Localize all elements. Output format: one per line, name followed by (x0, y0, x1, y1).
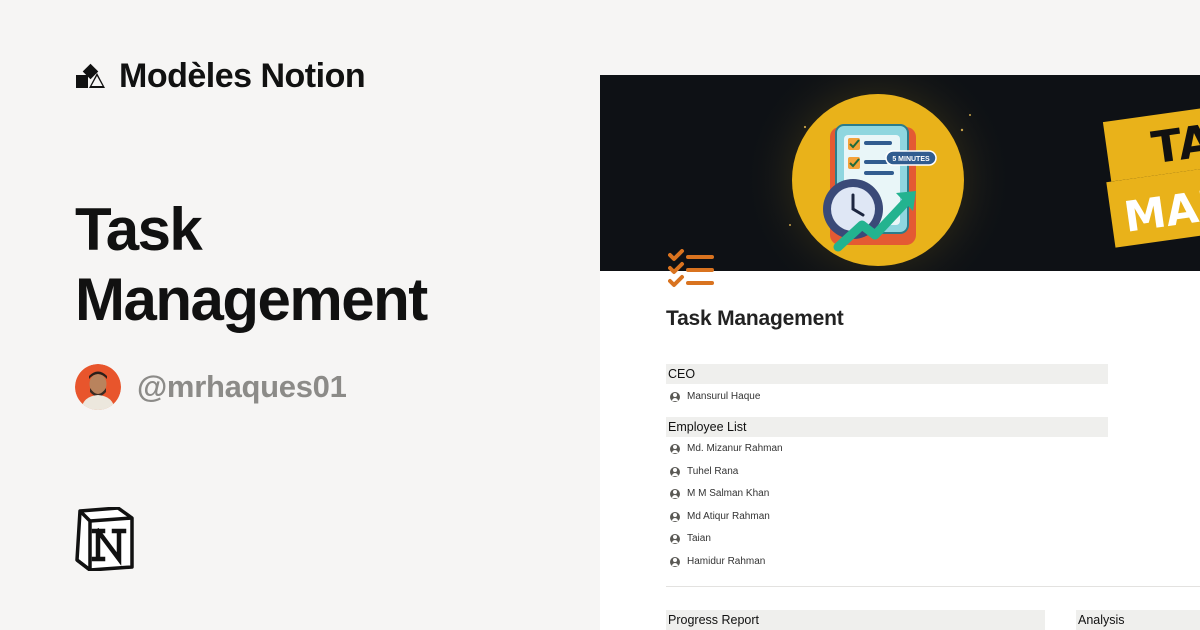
person-icon (670, 533, 680, 544)
page-title: Task Management (75, 195, 555, 335)
employee-name: Md Atiqur Rahman (687, 511, 770, 522)
employee-row[interactable]: M M Salman Khan (670, 488, 769, 499)
employee-row[interactable]: Hamidur Rahman (670, 556, 765, 567)
ceo-row[interactable]: Mansurul Haque (670, 391, 760, 402)
brand-name: Modèles Notion (119, 57, 366, 95)
employee-row[interactable]: Tuhel Rana (670, 466, 738, 477)
person-icon (670, 391, 680, 402)
title-line-1: Task (75, 196, 203, 263)
employee-row[interactable]: Taian (670, 533, 711, 544)
person-icon (670, 556, 680, 567)
title-line-2: Management (75, 266, 428, 333)
divider (666, 586, 1200, 587)
author-handle: @mrhaques01 (137, 369, 347, 404)
cover-badge: 5 MINUTES (892, 156, 930, 163)
person-icon (670, 466, 680, 477)
person-icon (670, 511, 680, 522)
author[interactable]: @mrhaques01 (75, 364, 347, 410)
checklist-icon (668, 249, 714, 287)
analysis-header: Analysis (1076, 610, 1200, 630)
person-icon (670, 488, 680, 499)
employee-list-header: Employee List (666, 417, 1108, 437)
notion-logo-icon (75, 507, 134, 571)
ceo-header: CEO (666, 364, 1108, 384)
progress-report-header: Progress Report (666, 610, 1045, 630)
employee-row[interactable]: Md. Mizanur Rahman (670, 443, 783, 454)
avatar (75, 364, 121, 410)
brand: Modèles Notion (75, 57, 366, 96)
person-icon (670, 443, 680, 454)
notion-page-preview: 5 MINUTES TA MANA Task Management CEO Ma… (600, 75, 1200, 630)
employee-name: Md. Mizanur Rahman (687, 443, 783, 454)
employee-name: Hamidur Rahman (687, 556, 766, 567)
notion-page-title: Task Management (666, 307, 844, 330)
employee-name: Tuhel Rana (687, 466, 739, 477)
ceo-name: Mansurul Haque (687, 391, 761, 402)
employee-name: M M Salman Khan (687, 488, 770, 499)
shapes-logo-icon (76, 63, 105, 88)
cover-side-text-top: TA (1149, 115, 1200, 174)
employee-name: Taian (687, 533, 711, 544)
cover-image: 5 MINUTES TA MANA (600, 75, 1200, 271)
employee-row[interactable]: Md Atiqur Rahman (670, 511, 770, 522)
